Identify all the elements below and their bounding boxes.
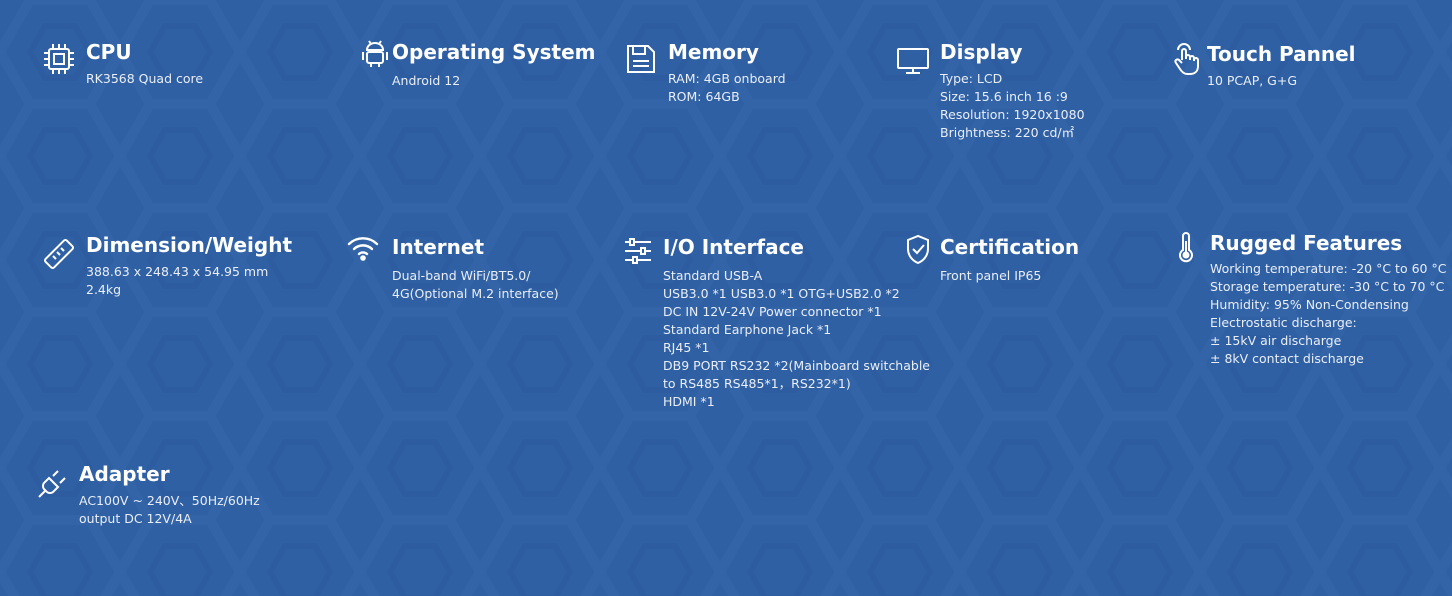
- spec-line: AC100V ~ 240V、50Hz/60Hz: [79, 493, 260, 508]
- spec-line: USB3.0 *1 USB3.0 *1 OTG+USB2.0 *2: [663, 286, 900, 301]
- touch-hand-icon: [1170, 42, 1204, 76]
- spec-line: RJ45 *1: [663, 340, 710, 355]
- spec-rugged-features: Rugged Features Working temperature: -20…: [1176, 231, 1446, 381]
- spec-line: RK3568 Quad core: [86, 71, 204, 86]
- spec-line: to RS485 RS485*1，RS232*1): [663, 376, 851, 391]
- spec-title: Internet: [392, 235, 485, 259]
- spec-title: Dimension/Weight: [86, 233, 293, 257]
- spec-title: Memory: [668, 40, 759, 64]
- shield-check-icon: [903, 233, 937, 267]
- spec-adapter: Adapter AC100V ~ 240V、50Hz/60Hz output D…: [36, 462, 296, 532]
- spec-line: Humidity: 95% Non-Condensing: [1210, 297, 1409, 312]
- spec-operating-system: Operating System Android 12: [358, 40, 608, 100]
- spec-line: Front panel IP65: [940, 268, 1042, 283]
- spec-display: Display Type: LCD Size: 15.6 inch 16 :9 …: [896, 40, 1156, 150]
- spec-internet: Internet Dual-band WiFi/BT5.0/ 4G(Option…: [346, 235, 606, 305]
- cpu-chip-icon: [42, 42, 76, 76]
- spec-line: Dual-band WiFi/BT5.0/: [392, 268, 531, 283]
- spec-line: 388.63 x 248.43 x 54.95 mm: [86, 264, 269, 279]
- spec-line: 10 PCAP, G+G: [1207, 73, 1298, 88]
- spec-touch-pannel: Touch Pannel 10 PCAP, G+G: [1170, 42, 1430, 102]
- android-icon: [358, 36, 392, 70]
- spec-line: Electrostatic discharge:: [1210, 315, 1357, 330]
- monitor-icon: [896, 44, 930, 78]
- spec-line: RAM: 4GB onboard: [668, 71, 786, 86]
- spec-certification: Certification Front panel IP65: [903, 233, 1153, 295]
- spec-memory: Memory RAM: 4GB onboard ROM: 64GB: [624, 40, 884, 120]
- spec-line: HDMI *1: [663, 394, 715, 409]
- spec-io-interface: I/O Interface Standard USB-A USB3.0 *1 U…: [622, 235, 932, 415]
- spec-line: Brightness: 220 cd/㎡: [940, 125, 1075, 140]
- memory-card-icon: [624, 42, 658, 76]
- spec-line: DC IN 12V-24V Power connector *1: [663, 304, 882, 319]
- ruler-icon: [42, 237, 76, 271]
- spec-line: ± 8kV contact discharge: [1210, 351, 1364, 366]
- spec-line: 2.4kg: [86, 282, 122, 297]
- spec-line: Resolution: 1920x1080: [940, 107, 1085, 122]
- sliders-icon: [622, 235, 656, 269]
- spec-line: 4G(Optional M.2 interface): [392, 286, 559, 301]
- spec-title: Operating System: [392, 40, 596, 64]
- spec-dimension-weight: Dimension/Weight 388.63 x 248.43 x 54.95…: [42, 233, 332, 303]
- spec-line: Type: LCD: [940, 71, 1003, 86]
- spec-title: CPU: [86, 40, 132, 64]
- spec-title: Touch Pannel: [1207, 42, 1356, 66]
- spec-title: Rugged Features: [1210, 231, 1403, 255]
- spec-line: Storage temperature: -30 °C to 70 °C: [1210, 279, 1445, 294]
- spec-line: DB9 PORT RS232 *2(Mainboard switchable: [663, 358, 930, 373]
- spec-title: Certification: [940, 235, 1080, 259]
- plug-icon: [36, 466, 70, 500]
- spec-line: output DC 12V/4A: [79, 511, 192, 526]
- spec-line: Android 12: [392, 73, 461, 88]
- spec-line: Standard Earphone Jack *1: [663, 322, 832, 337]
- spec-line: Standard USB-A: [663, 268, 763, 283]
- spec-line: ROM: 64GB: [668, 89, 740, 104]
- spec-line: ± 15kV air discharge: [1210, 333, 1342, 348]
- spec-line: Size: 15.6 inch 16 :9: [940, 89, 1068, 104]
- spec-line: Working temperature: -20 °C to 60 °C: [1210, 261, 1447, 276]
- spec-title: Adapter: [79, 462, 170, 486]
- spec-cpu: CPU RK3568 Quad core: [42, 40, 322, 100]
- thermometer-icon: [1176, 231, 1210, 265]
- spec-title: Display: [940, 40, 1023, 64]
- wifi-icon: [346, 231, 380, 265]
- spec-title: I/O Interface: [663, 235, 804, 259]
